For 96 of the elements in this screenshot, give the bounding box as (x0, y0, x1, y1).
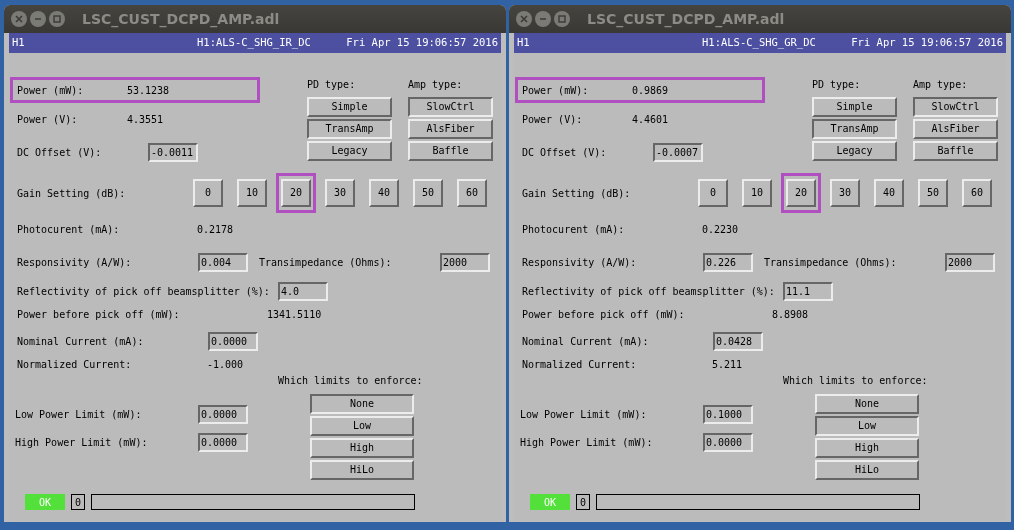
choice-button[interactable]: AlsFiber (408, 119, 493, 139)
choice-button[interactable]: SlowCtrl (408, 97, 493, 117)
timestamp: Fri Apr 15 19:06:57 2016 (851, 35, 1003, 51)
input-field[interactable]: 0.004 (198, 253, 248, 272)
input-field[interactable]: 0.0000 (208, 332, 258, 351)
field-label: Power (mW): (522, 83, 590, 98)
field-label: DC Offset (V): (17, 146, 103, 160)
input-field[interactable]: -0.0007 (653, 143, 703, 162)
choice-button[interactable]: Simple (812, 97, 897, 117)
input-field[interactable]: 0.0000 (703, 433, 753, 452)
maximize-icon[interactable] (49, 11, 65, 27)
field-label: Power (V): (17, 112, 79, 127)
field-label: Reflectivity of pick off beamsplitter (%): (17, 285, 271, 299)
field-label: Nominal Current (mA): (522, 335, 650, 349)
group-label: Amp type: (913, 77, 968, 92)
readout-value: 1341.5110 (267, 307, 322, 322)
readout-value: 5.211 (712, 357, 743, 372)
input-field[interactable]: 0.0000 (198, 433, 248, 452)
choice-button[interactable]: Simple (307, 97, 392, 117)
input-field[interactable]: 0.226 (703, 253, 753, 272)
group-label: PD type: (812, 77, 861, 92)
field-label: Photocurent (mA): (522, 222, 626, 237)
choice-button[interactable]: High (815, 438, 919, 458)
count-display: 0 (576, 494, 590, 510)
field-label: Normalized Current: (522, 357, 638, 372)
field-label: Transimpedance (Ohms): (259, 256, 393, 270)
status-indicator: OK (530, 494, 570, 510)
field-label: Gain Setting (dB): (522, 186, 632, 201)
group-label: PD type: (307, 77, 356, 92)
field-label: High Power Limit (mW): (15, 436, 149, 450)
field-label: Photocurent (mA): (17, 222, 121, 237)
site-label: H1 (517, 35, 531, 51)
choice-button[interactable]: TransAmp (307, 119, 392, 139)
input-field[interactable]: 4.0 (278, 282, 328, 301)
window-title: LSC_CUST_DCPD_AMP.adl (587, 9, 785, 30)
window-title: LSC_CUST_DCPD_AMP.adl (82, 9, 280, 30)
choice-button[interactable]: None (310, 394, 414, 414)
field-label: DC Offset (V): (522, 146, 608, 160)
readout-value: 8.8908 (772, 307, 809, 322)
channel-name: H1:ALS-C_SHG_GR_DC (702, 35, 817, 51)
field-label: Power before pick off (mW): (17, 307, 181, 322)
field-label: Power before pick off (mW): (522, 307, 686, 322)
readout-value: 0.2230 (702, 222, 739, 237)
gain-button[interactable]: 20 (781, 173, 821, 213)
field-label: Reflectivity of pick off beamsplitter (%): (522, 285, 776, 299)
choice-button[interactable]: Low (815, 416, 919, 436)
count-display: 0 (71, 494, 85, 510)
field-label: Responsivity (A/W): (522, 256, 638, 270)
field-label: Nominal Current (mA): (17, 335, 145, 349)
site-label: H1 (12, 35, 26, 51)
status-indicator: OK (25, 494, 65, 510)
readout-value: 4.3551 (127, 112, 164, 127)
input-field[interactable]: 0.0000 (198, 405, 248, 424)
field-label: Gain Setting (dB): (17, 186, 127, 201)
choice-button[interactable]: SlowCtrl (913, 97, 998, 117)
minimize-icon[interactable] (30, 11, 46, 27)
choice-button[interactable]: Low (310, 416, 414, 436)
readout-value: 53.1238 (127, 83, 170, 98)
field-label: Low Power Limit (mW): (15, 408, 143, 422)
field-label: Power (V): (522, 112, 584, 127)
field-label: Responsivity (A/W): (17, 256, 133, 270)
field-label: Transimpedance (Ohms): (764, 256, 898, 270)
input-field[interactable]: -0.0011 (148, 143, 198, 162)
group-label: Which limits to enforce: (278, 373, 423, 388)
input-field[interactable]: 0.1000 (703, 405, 753, 424)
choice-button[interactable]: TransAmp (812, 119, 897, 139)
readout-value: 0.9869 (632, 83, 669, 98)
input-field[interactable]: 0.0428 (713, 332, 763, 351)
choice-button[interactable]: Legacy (812, 141, 897, 161)
choice-button[interactable]: HiLo (815, 460, 919, 480)
input-field[interactable]: 11.1 (783, 282, 833, 301)
minimize-icon[interactable] (535, 11, 551, 27)
readout-value: -1.000 (207, 357, 244, 372)
close-icon[interactable] (516, 11, 532, 27)
channel-name: H1:ALS-C_SHG_IR_DC (197, 35, 312, 51)
input-field[interactable]: 2000 (440, 253, 490, 272)
choice-button[interactable]: AlsFiber (913, 119, 998, 139)
timestamp: Fri Apr 15 19:06:57 2016 (346, 35, 498, 51)
input-field[interactable]: 2000 (945, 253, 995, 272)
choice-button[interactable]: None (815, 394, 919, 414)
choice-button[interactable]: Legacy (307, 141, 392, 161)
gain-button[interactable]: 20 (276, 173, 316, 213)
choice-button[interactable]: High (310, 438, 414, 458)
choice-button[interactable]: HiLo (310, 460, 414, 480)
choice-button[interactable]: Baffle (408, 141, 493, 161)
close-icon[interactable] (11, 11, 27, 27)
field-label: Low Power Limit (mW): (520, 408, 648, 422)
readout-value: 0.2178 (197, 222, 234, 237)
field-label: High Power Limit (mW): (520, 436, 654, 450)
field-label: Power (mW): (17, 83, 85, 98)
field-label: Normalized Current: (17, 357, 133, 372)
choice-button[interactable]: Baffle (913, 141, 998, 161)
readout-value: 4.4601 (632, 112, 669, 127)
group-label: Amp type: (408, 77, 463, 92)
maximize-icon[interactable] (554, 11, 570, 27)
group-label: Which limits to enforce: (783, 373, 928, 388)
